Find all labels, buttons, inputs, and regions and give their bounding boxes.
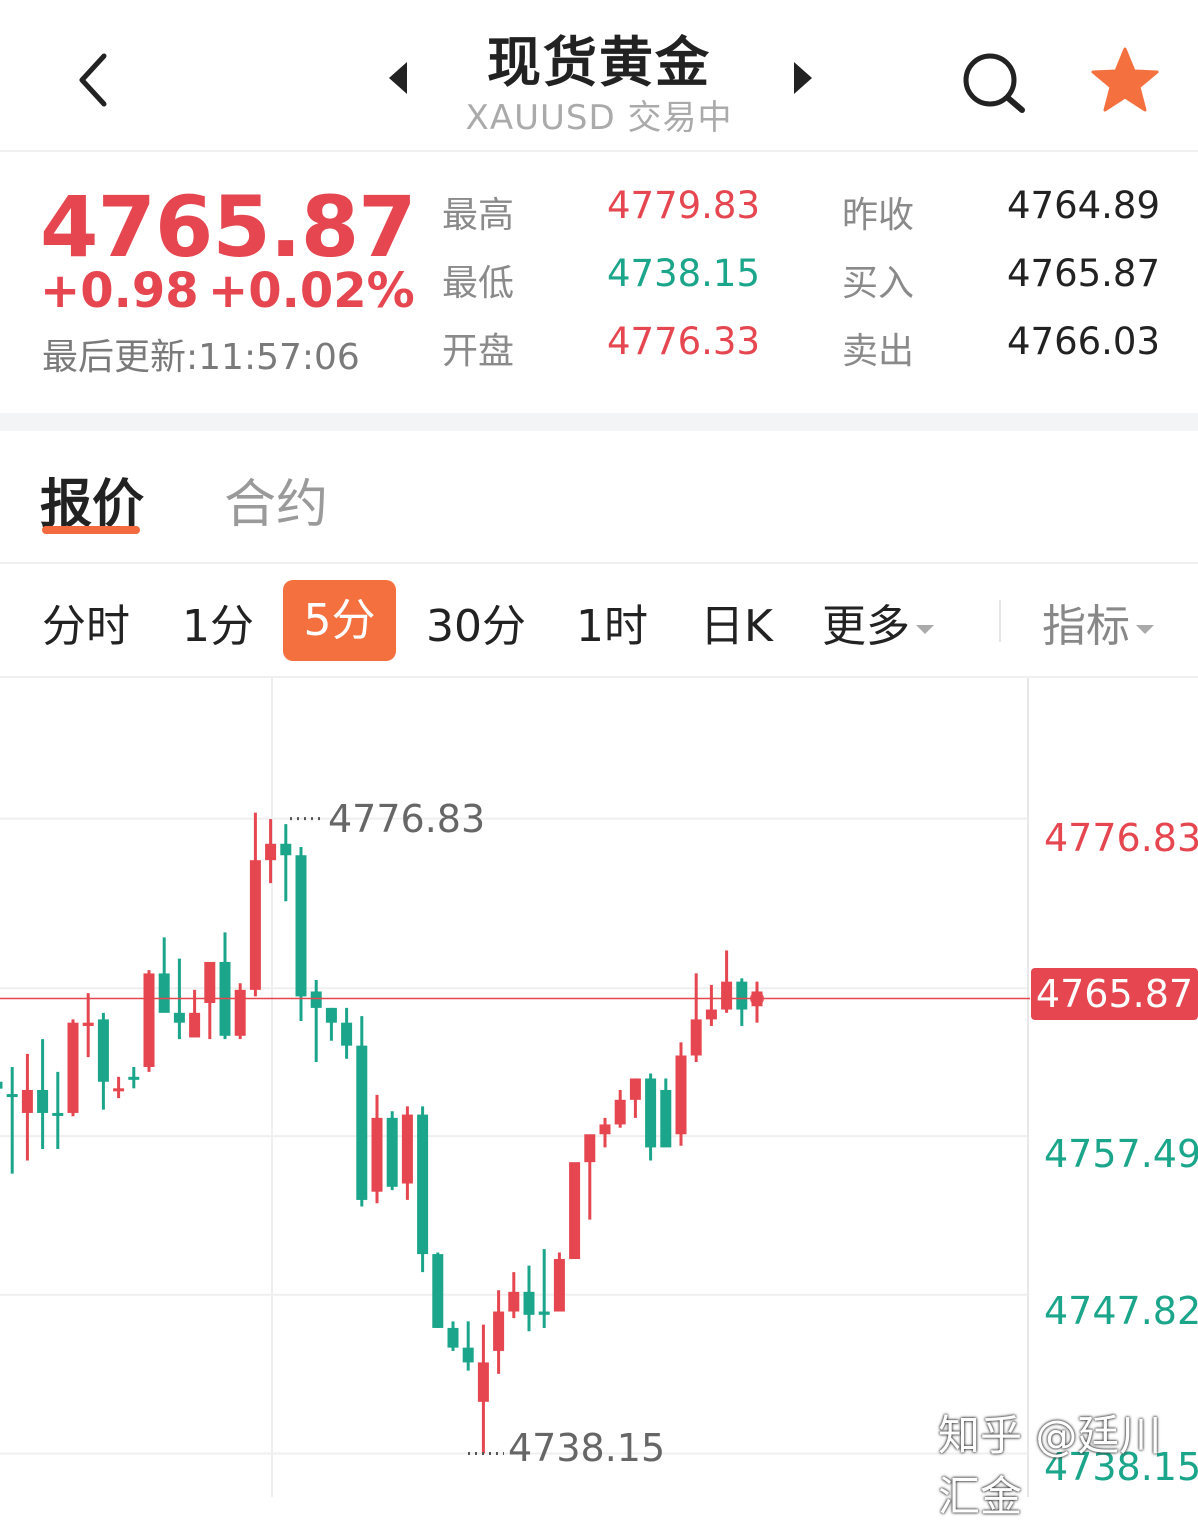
- candle: [553, 1252, 565, 1312]
- candle: [356, 1016, 368, 1207]
- low-marker-label: 4738.15: [508, 1426, 665, 1470]
- candle: [67, 1019, 79, 1117]
- candle: [584, 1134, 596, 1220]
- tab-active-indicator: [42, 526, 140, 534]
- indicator-dropdown[interactable]: 指标: [1042, 590, 1154, 654]
- candle: [6, 1066, 18, 1174]
- candle: [158, 937, 170, 1013]
- next-instrument-icon[interactable]: [790, 60, 816, 96]
- period-1hour[interactable]: 1时: [576, 590, 648, 654]
- candle: [37, 1039, 49, 1150]
- favorite-star-icon[interactable]: [1090, 46, 1160, 114]
- candle: [341, 1007, 353, 1059]
- candle: [477, 1324, 489, 1454]
- candle: [189, 989, 201, 1038]
- period-30min[interactable]: 30分: [426, 590, 526, 654]
- high-marker-label: 4776.83: [328, 797, 485, 841]
- top-bar: 现货黄金 XAUUSD 交易中: [0, 0, 1198, 152]
- ask-label: 卖出: [842, 331, 915, 372]
- candle: [97, 1012, 109, 1110]
- candle: [432, 1252, 444, 1328]
- period-5min[interactable]: 5分: [283, 580, 396, 661]
- candle: [599, 1117, 611, 1148]
- candle: [614, 1089, 626, 1128]
- candle: [629, 1078, 641, 1118]
- candle: [325, 1007, 337, 1041]
- candle: [447, 1321, 459, 1351]
- candle: [386, 1111, 398, 1191]
- candle: [523, 1265, 535, 1332]
- period-1min[interactable]: 1分: [182, 590, 254, 654]
- dropdown-caret-icon: [916, 624, 934, 634]
- candle: [538, 1249, 550, 1328]
- tabs-divider: [0, 562, 1198, 564]
- candle: [52, 1071, 64, 1150]
- y-axis-label: 4776.83: [1044, 816, 1198, 860]
- candle: [295, 847, 307, 1022]
- prev-close-label: 昨收: [842, 195, 915, 236]
- dropdown-caret-icon: [1136, 624, 1154, 634]
- candle: [128, 1066, 140, 1089]
- candlestick-chart[interactable]: [0, 678, 1198, 1497]
- candle: [705, 984, 717, 1026]
- live-price-dot: [750, 991, 764, 1006]
- candle: [493, 1290, 505, 1374]
- candle: [310, 979, 322, 1063]
- candle: [660, 1078, 672, 1148]
- candle: [401, 1106, 413, 1200]
- bid-label: 买入: [842, 263, 915, 304]
- candle: [113, 1076, 125, 1099]
- high-marker-value: 4776.83: [328, 797, 486, 841]
- candle: [280, 824, 292, 902]
- candle: [82, 993, 94, 1058]
- tab-contract[interactable]: 合约: [224, 462, 328, 537]
- current-price-tag: 4765.87: [1031, 968, 1198, 1020]
- period-timeshare[interactable]: 分时: [42, 590, 130, 654]
- candle: [265, 819, 277, 884]
- bid-value: 4765.87: [1006, 252, 1160, 295]
- prev-close-value: 4764.89: [1006, 184, 1160, 227]
- candle: [21, 1053, 33, 1161]
- candle: [219, 932, 231, 1040]
- last-update-time: 最后更新:11:57:06: [42, 337, 360, 378]
- period-more-label: 更多: [822, 601, 910, 652]
- candle: [371, 1094, 383, 1204]
- section-divider: [0, 413, 1198, 431]
- open-label: 开盘: [442, 331, 515, 372]
- low-value: 4738.15: [606, 252, 760, 295]
- candle: [204, 961, 216, 1040]
- candle: [462, 1321, 474, 1371]
- period-more[interactable]: 更多: [822, 590, 934, 654]
- search-icon[interactable]: [960, 50, 1028, 116]
- candle: [417, 1106, 429, 1273]
- candle: [508, 1272, 520, 1319]
- current-price: 4765.87: [40, 178, 417, 276]
- ask-value: 4766.03: [1006, 320, 1160, 363]
- candle: [249, 812, 261, 997]
- period-daily[interactable]: 日K: [700, 590, 773, 654]
- period-separator: [999, 600, 1001, 642]
- price-change: +0.98: [40, 263, 199, 319]
- y-axis-label: 4747.82: [1044, 1289, 1198, 1333]
- watermark: 知乎 @廷川汇金: [938, 1411, 1162, 1521]
- candle: [736, 978, 748, 1026]
- candle: [675, 1042, 687, 1146]
- high-label: 最高: [442, 195, 515, 236]
- indicator-label: 指标: [1042, 601, 1130, 652]
- candle: [690, 973, 702, 1063]
- y-axis-label: 4757.49: [1044, 1132, 1198, 1176]
- candle: [569, 1162, 581, 1260]
- candle: [645, 1073, 657, 1161]
- high-value: 4779.83: [606, 184, 760, 227]
- low-label: 最低: [442, 263, 515, 304]
- low-marker-value: 4738.15: [508, 1426, 666, 1470]
- candle: [234, 983, 246, 1040]
- candle: [721, 950, 733, 1013]
- price-change-percent: +0.02%: [208, 263, 415, 319]
- open-value: 4776.33: [606, 320, 760, 363]
- candle: [143, 970, 155, 1072]
